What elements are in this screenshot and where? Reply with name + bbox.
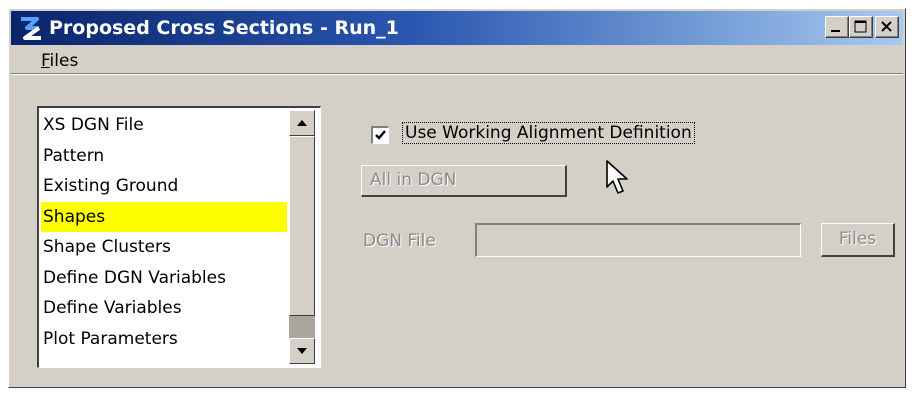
proposed-cross-sections-window: Proposed Cross Sections - Run_1 Files XS… — [8, 8, 906, 388]
files-button[interactable]: Files — [821, 223, 895, 257]
scroll-track-lower[interactable] — [289, 316, 315, 338]
title-bar[interactable]: Proposed Cross Sections - Run_1 — [11, 11, 903, 45]
list-item[interactable]: Pattern — [41, 141, 287, 172]
menu-bar: Files — [11, 47, 903, 74]
list-item[interactable]: Shapes — [41, 201, 287, 232]
checkmark-icon — [375, 130, 386, 140]
mouse-pointer-icon — [606, 160, 628, 194]
use-working-alignment-checkbox[interactable] — [371, 126, 389, 144]
minimize-icon — [831, 30, 840, 32]
app-logo-icon — [21, 17, 41, 40]
list-item[interactable]: Define DGN Variables — [41, 263, 287, 294]
minimize-button[interactable] — [825, 16, 849, 38]
scroll-down-button[interactable] — [289, 338, 315, 364]
arrow-down-icon — [297, 348, 307, 354]
list-item[interactable]: Shape Clusters — [41, 232, 287, 263]
close-icon — [881, 21, 892, 32]
dgn-file-field[interactable] — [475, 223, 801, 257]
list-scrollbar[interactable] — [289, 110, 315, 364]
list-item[interactable]: Plot Parameters — [41, 324, 287, 355]
list-item[interactable]: XS DGN File — [41, 110, 287, 141]
maximize-icon — [854, 20, 867, 33]
all-in-dgn-button[interactable]: All in DGN — [361, 165, 567, 197]
dgn-file-label: DGN File — [363, 231, 436, 251]
maximize-button[interactable] — [849, 16, 873, 38]
scroll-thumb[interactable] — [289, 136, 315, 316]
scroll-up-button[interactable] — [289, 110, 315, 136]
section-listbox[interactable]: XS DGN File Pattern Existing Ground Shapes S… — [37, 106, 321, 368]
list-item[interactable]: Existing Ground — [41, 171, 287, 202]
close-button[interactable] — [875, 16, 899, 38]
window-title: Proposed Cross Sections - Run_1 — [49, 17, 399, 39]
arrow-up-icon — [297, 120, 307, 126]
list-item[interactable]: Define Variables — [41, 293, 287, 324]
use-working-alignment-label[interactable]: Use Working Alignment Definition — [402, 122, 695, 144]
menu-files[interactable]: Files — [41, 51, 78, 71]
list-items: XS DGN File Pattern Existing Ground Shapes S… — [41, 110, 287, 354]
